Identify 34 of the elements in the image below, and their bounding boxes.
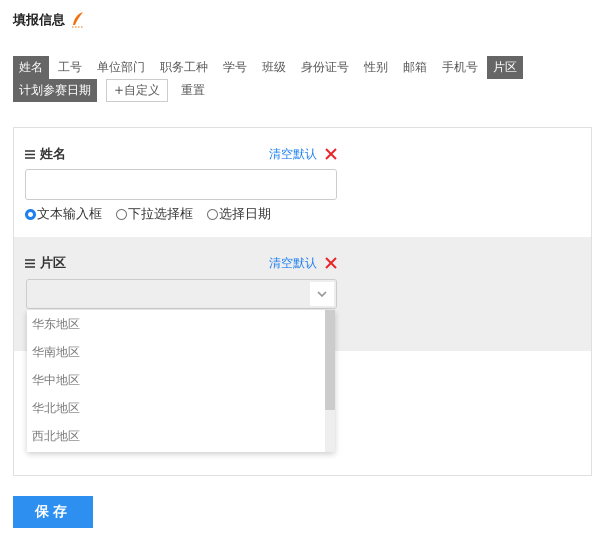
text-input[interactable]: [25, 169, 337, 200]
field-tag[interactable]: 手机号: [436, 56, 484, 79]
field-tag[interactable]: 工号: [52, 56, 88, 79]
close-icon[interactable]: [325, 148, 337, 160]
section-title: 填报信息: [13, 12, 65, 29]
field-label: 片区: [40, 255, 66, 272]
radio-option[interactable]: 下拉选择框: [116, 205, 193, 223]
drag-handle-icon[interactable]: [25, 258, 35, 268]
field-label: 姓名: [40, 146, 66, 163]
chevron-icon[interactable]: [310, 282, 334, 306]
field-tag[interactable]: 计划参赛日期: [13, 79, 97, 102]
close-icon[interactable]: [325, 257, 337, 269]
dropdown-option[interactable]: 华中地区: [27, 366, 325, 394]
dropdown-option[interactable]: 华北地区: [27, 394, 325, 422]
field-tag[interactable]: 邮箱: [397, 56, 433, 79]
dropdown-option[interactable]: 华东地区: [27, 310, 325, 338]
field-tag[interactable]: 身份证号: [295, 56, 355, 79]
field-tag[interactable]: 性别: [358, 56, 394, 79]
drag-handle-icon[interactable]: [25, 150, 35, 158]
field-tag[interactable]: 学号: [217, 56, 253, 79]
custom-button[interactable]: +自定义: [106, 79, 168, 102]
dropdown-option[interactable]: 西北地区: [27, 422, 325, 450]
field-tag[interactable]: 姓名: [13, 56, 49, 79]
field-tag[interactable]: 片区: [487, 56, 523, 79]
clear-default-link[interactable]: 清空默认: [269, 146, 317, 162]
dropdown-option[interactable]: 华南地区: [27, 338, 325, 366]
select-field[interactable]: [26, 279, 337, 309]
field-tag[interactable]: 单位部门: [91, 56, 151, 79]
scrollbar[interactable]: [325, 310, 335, 452]
feather-icon: [71, 11, 85, 29]
radio-option[interactable]: 选择日期: [207, 205, 271, 223]
radio-option[interactable]: 文本输入框: [25, 205, 102, 223]
field-tag[interactable]: 班级: [256, 56, 292, 79]
field-tag[interactable]: 职务工种: [154, 56, 214, 79]
